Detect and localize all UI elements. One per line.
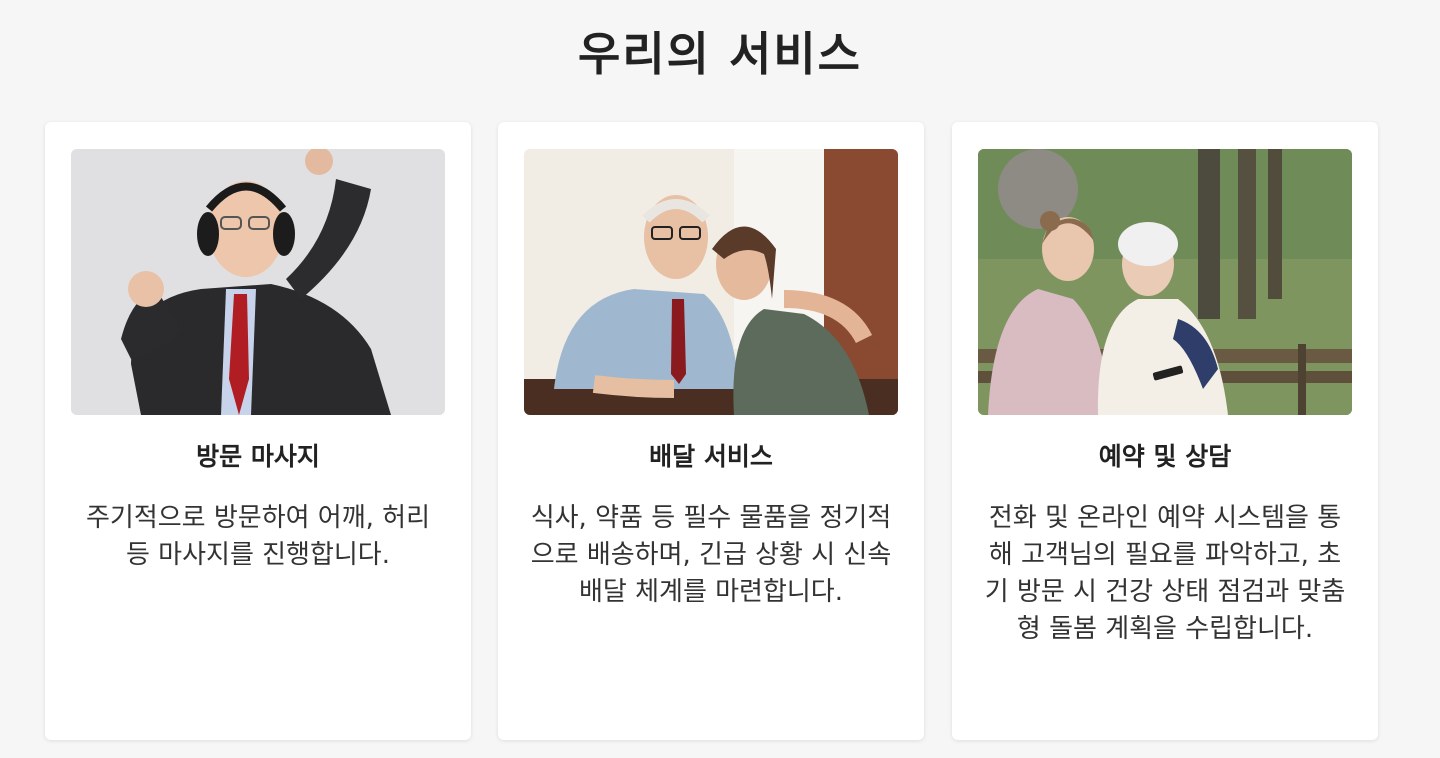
women-on-park-bench-image [978,149,1352,415]
elderly-man-and-young-woman-image [524,149,898,415]
service-image-massage [71,149,445,415]
service-card-consultation: 예약 및 상담 전화 및 온라인 예약 시스템을 통해 고객님의 필요를 파악하… [952,122,1378,740]
service-image-consultation [978,149,1352,415]
service-title-delivery: 배달 서비스 [649,442,773,471]
page-title: 우리의 서비스 [578,27,862,81]
service-description-consultation: 전화 및 온라인 예약 시스템을 통해 고객님의 필요를 파악하고, 초기 방문… [984,503,1346,644]
service-title-consultation: 예약 및 상담 [1098,442,1232,471]
service-image-delivery [524,149,898,415]
elderly-man-with-headphones-image [71,149,445,415]
service-card-massage: 방문 마사지 주기적으로 방문하여 어깨, 허리 등 마사지를 진행합니다. [45,122,471,740]
service-title-massage: 방문 마사지 [196,442,320,471]
service-description-massage: 주기적으로 방문하여 어깨, 허리 등 마사지를 진행합니다. [85,503,431,570]
service-card-delivery: 배달 서비스 식사, 약품 등 필수 물품을 정기적으로 배송하며, 긴급 상황… [498,122,924,740]
service-description-delivery: 식사, 약품 등 필수 물품을 정기적으로 배송하며, 긴급 상황 시 신속 배… [530,503,892,607]
